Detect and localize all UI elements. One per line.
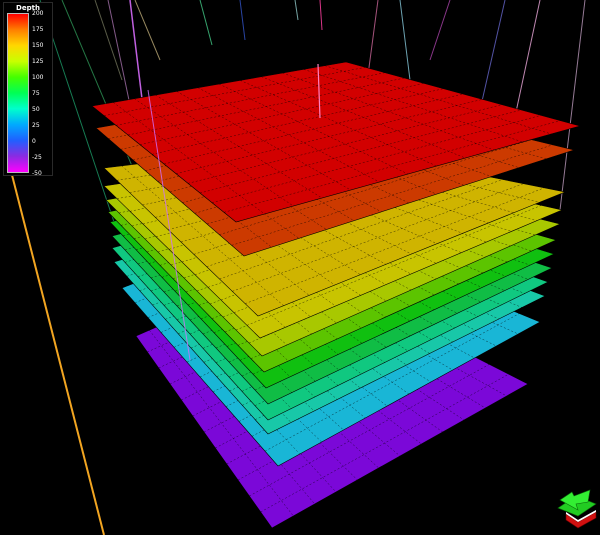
legend-tick: 100	[32, 74, 44, 81]
well-path	[294, 0, 299, 21]
legend-tick: 175	[32, 26, 44, 33]
well-path	[11, 174, 105, 535]
legend-tick: 50	[32, 106, 40, 113]
legend-tick: 0	[32, 138, 36, 145]
well-path	[134, 0, 161, 61]
well-path	[199, 0, 213, 46]
well-path	[319, 0, 323, 31]
depth-color-legend: Depth 200 175 150 125 100 75 50 25 0 -25 -50	[3, 2, 53, 177]
legend-tick: 25	[32, 122, 40, 129]
orientation-cube-icon[interactable]	[557, 489, 597, 529]
legend-tick: -50	[32, 170, 42, 177]
well-path	[94, 0, 123, 81]
legend-tick: 75	[32, 90, 40, 97]
well-path	[429, 0, 451, 61]
well-path	[107, 0, 131, 106]
legend-tick: 125	[32, 58, 44, 65]
legend-tick: 200	[32, 10, 44, 17]
3d-viewport[interactable]	[0, 0, 600, 535]
legend-tick: -25	[32, 154, 42, 161]
well-path	[399, 0, 411, 81]
well-path	[479, 0, 506, 111]
legend-tick: 150	[32, 42, 44, 49]
well-path	[239, 0, 246, 41]
well-path	[61, 0, 141, 186]
well-path	[559, 0, 586, 211]
legend-color-bar	[7, 13, 29, 173]
depth-surfaces	[91, 61, 582, 529]
